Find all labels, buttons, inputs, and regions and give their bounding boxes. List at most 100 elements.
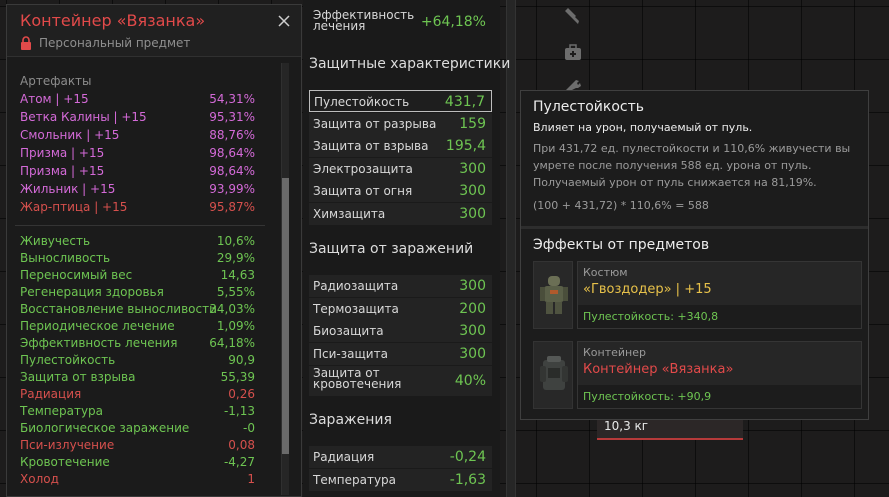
item-effect-card: Контейнер Контейнер «Вязанка» Пулестойко… (533, 341, 862, 409)
effect-kind: Костюм (583, 266, 628, 279)
stat-value: 300 (459, 183, 486, 199)
effect-item-name: «Гвоздодер» | +15 (583, 282, 712, 297)
effect-info: Контейнер Контейнер «Вязанка» Пулестойко… (577, 341, 862, 409)
stat-row: Регенерация здоровья 5,55% (20, 285, 255, 302)
stat-label: Радиация (20, 387, 82, 401)
stat-value: 10,6% (216, 234, 255, 248)
stat-row: Пси-излучение 0,08 (20, 438, 255, 455)
close-button[interactable] (275, 14, 293, 32)
artifact-row: Жар-птица | +15 95,87% (20, 200, 255, 217)
tooltip-subtitle: Влияет на урон, получаемый от пуль. (533, 121, 753, 134)
effect-info: Костюм «Гвоздодер» | +15 Пулестойкость: … (577, 261, 862, 329)
medkit-icon[interactable] (564, 44, 582, 62)
tooltip-title: Пулестойкость (533, 99, 645, 115)
effect-footer: Пулестойкость: +90,9 (578, 385, 861, 408)
stat-label: Химзащита (313, 207, 386, 221)
stat-label: Биозащита (313, 324, 384, 338)
stat-row[interactable]: Защита от огня 300 (309, 180, 492, 202)
stat-value: 159 (459, 116, 486, 132)
stat-label: Радиация (313, 450, 375, 464)
stat-value: 64,18% (209, 336, 255, 350)
stat-row[interactable]: Химзащита 300 (309, 203, 492, 225)
stat-label: Защита от взрыва (20, 370, 136, 384)
effect-footer: Пулестойкость: +340,8 (578, 305, 861, 328)
equipment-slot-icons (554, 0, 594, 92)
stat-row[interactable]: Пси-защита 300 (309, 343, 492, 365)
stat-row: Переносимый вес 14,63 (20, 268, 255, 285)
stat-value: 55,39 (220, 370, 255, 384)
stat-value: -1,13 (223, 404, 255, 418)
stat-value: 0,26 (228, 387, 255, 401)
artifacts-header: Артефакты (20, 74, 92, 88)
stat-value: 0,08 (228, 438, 255, 452)
lock-icon (21, 36, 31, 50)
item-weight: 10,3 кг (604, 419, 649, 433)
stat-row[interactable]: Температура -1,63 (309, 469, 492, 491)
artifact-value: 95,87% (209, 200, 255, 214)
stat-row: Холод 1 (20, 472, 255, 489)
item-details-panel: Контейнер «Вязанка» Персональный предмет… (6, 4, 302, 497)
stat-value: 195,4 (445, 138, 486, 154)
stat-row-bullet-resistance[interactable]: Пулестойкость 431,7 (309, 90, 492, 112)
stat-row: Температура -1,13 (20, 404, 255, 421)
stat-row: Биологическое заражение -0 (20, 421, 255, 438)
stat-label: Регенерация здоровья (20, 285, 164, 299)
stat-value: 90,9 (228, 353, 255, 367)
stat-label: Эффективность лечения (20, 336, 178, 350)
artifact-row: Смольник | +15 88,76% (20, 128, 255, 145)
effects-header: Эффекты от предметов (533, 237, 710, 253)
stat-row: Кровотечение -4,27 (20, 455, 255, 472)
stat-value: 300 (459, 346, 486, 362)
scrollbar-thumb[interactable] (282, 178, 289, 454)
stat-row[interactable]: Термозащита 200 (309, 298, 492, 320)
inventory-divider (506, 0, 516, 497)
item-title: Контейнер «Вязанка» (20, 11, 206, 30)
stat-row[interactable]: Радиозащита 300 (309, 275, 492, 297)
stat-value: -0,24 (449, 449, 486, 465)
artifact-label: Призма | +15 (20, 164, 105, 178)
container-icon (533, 341, 573, 409)
artifact-label: Жильник | +15 (20, 182, 116, 196)
character-stats-panel: Эффективность лечения +64,18% Защитные ха… (303, 0, 510, 497)
tooltip-description: При 431,72 ед. пулестойкости и 110,6% жи… (533, 142, 851, 189)
section-title-infections: Заражения (309, 412, 392, 428)
stat-label: Температура (20, 404, 104, 418)
stat-label: Защита от огня (313, 184, 413, 198)
stat-value: -4,27 (223, 455, 255, 469)
effect-item-name: Контейнер «Вязанка» (583, 362, 734, 377)
stat-label: Восстановление выносливости (20, 302, 217, 316)
artifact-label: Жар-птица | +15 (20, 200, 128, 214)
stat-label: Пулестойкость (20, 353, 116, 367)
stat-value: +64,18% (420, 14, 486, 30)
stat-label: Защита от кровотечения (313, 366, 402, 391)
item-header: Контейнер «Вязанка» Персональный предмет (7, 5, 301, 57)
item-scrollbar[interactable] (281, 63, 289, 495)
item-subtitle: Персональный предмет (39, 36, 191, 50)
stat-row: Эффективность лечения 64,18% (20, 336, 255, 353)
stat-row: Пулестойкость 90,9 (20, 353, 255, 370)
suit-icon (533, 261, 573, 329)
stat-label: Пулестойкость (314, 95, 410, 109)
artifact-value: 88,76% (209, 128, 255, 142)
stat-value: 300 (459, 323, 486, 339)
section-title-protection: Защитные характеристики (309, 56, 511, 72)
artifact-row: Жильник | +15 93,99% (20, 182, 255, 199)
artifact-row: Ветка Калины | +15 95,31% (20, 110, 255, 127)
stat-row[interactable]: Биозащита 300 (309, 320, 492, 342)
stat-label: Защита от разрыва (313, 117, 437, 131)
stat-row[interactable]: Радиация -0,24 (309, 446, 492, 468)
artifact-label: Ветка Калины | +15 (20, 110, 147, 124)
section-divider (15, 225, 265, 226)
stat-row[interactable]: Электрозащита 300 (309, 158, 492, 180)
stat-row[interactable]: Защита от взрыва 195,4 (309, 135, 492, 157)
flashlight-icon[interactable] (564, 6, 582, 26)
stat-row[interactable]: Защита от разрыва 159 (309, 113, 492, 135)
effect-kind: Контейнер (583, 346, 646, 359)
stat-value: 14,63 (220, 268, 255, 282)
stat-row[interactable]: Защита от кровотечения 40% (309, 366, 492, 396)
item-effect-card: Костюм «Гвоздодер» | +15 Пулестойкость: … (533, 261, 862, 329)
artifact-value: 54,31% (209, 92, 255, 106)
stat-value: 5,55% (216, 285, 255, 299)
stat-label: Пси-защита (313, 347, 388, 361)
stat-row: Защита от взрыва 55,39 (20, 370, 255, 387)
